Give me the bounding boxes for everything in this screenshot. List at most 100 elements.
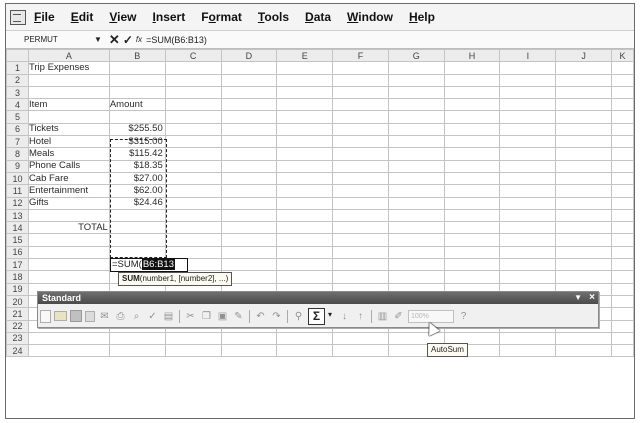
cell-j17[interactable] (555, 258, 612, 272)
cell-j18[interactable] (555, 270, 612, 284)
cell-i1[interactable] (499, 61, 557, 75)
toolbar-close-icon[interactable]: × (589, 292, 595, 304)
cell-d6[interactable] (220, 122, 278, 137)
save-icon[interactable] (70, 310, 82, 322)
cell-b13[interactable] (108, 208, 166, 223)
cell-i15[interactable] (499, 233, 557, 247)
cell-c12[interactable] (164, 196, 222, 210)
menu-view[interactable]: View (109, 10, 136, 24)
column-header-f[interactable]: F (332, 48, 389, 63)
row-header[interactable]: 11 (6, 184, 29, 198)
cell-f8[interactable] (332, 147, 389, 161)
cell-h12[interactable] (443, 196, 501, 210)
cell-g6[interactable] (387, 122, 445, 137)
cell-k3[interactable] (610, 85, 634, 100)
cell-e11[interactable] (276, 184, 334, 198)
print-preview-icon[interactable]: ⌕ (130, 310, 143, 323)
cell-a18[interactable] (27, 270, 110, 284)
menu-data[interactable]: Data (305, 10, 331, 24)
cell-i12[interactable] (499, 196, 557, 210)
cell-j24[interactable] (555, 344, 612, 358)
toolbar-options-icon[interactable]: ▼ (574, 292, 582, 304)
cell-g8[interactable] (387, 147, 445, 161)
cell-b15[interactable] (108, 233, 166, 247)
cell-d17[interactable] (220, 258, 278, 272)
cell-k21[interactable] (610, 307, 634, 321)
cell-d15[interactable] (220, 233, 278, 247)
cell-a15[interactable] (27, 233, 110, 247)
cell-a24[interactable] (27, 344, 110, 358)
cell-g3[interactable] (387, 85, 445, 100)
row-header[interactable]: 8 (6, 147, 29, 161)
cell-i5[interactable] (499, 110, 557, 124)
cell-d2[interactable] (220, 73, 278, 87)
function-name[interactable]: SUM (122, 274, 140, 283)
menu-file[interactable]: File (34, 10, 55, 24)
cell-d4[interactable] (220, 98, 278, 112)
menu-insert[interactable]: Insert (153, 10, 186, 24)
cell-f15[interactable] (332, 233, 389, 247)
row-header[interactable]: 6 (6, 122, 29, 137)
cell-e1[interactable] (276, 61, 334, 75)
cell-k8[interactable] (610, 147, 634, 161)
cell-c5[interactable] (164, 110, 222, 124)
cell-c24[interactable] (164, 344, 222, 358)
cell-g11[interactable] (387, 184, 445, 198)
cell-e16[interactable] (276, 245, 334, 260)
cell-d13[interactable] (220, 208, 278, 223)
paste-icon[interactable]: ▣ (216, 310, 229, 323)
row-header[interactable]: 2 (6, 73, 29, 87)
cell-c1[interactable] (164, 61, 222, 75)
cell-a2[interactable] (27, 73, 110, 87)
print-icon[interactable]: ⎙ (114, 310, 127, 323)
cell-j13[interactable] (555, 208, 612, 223)
menu-tools[interactable]: Tools (258, 10, 289, 24)
cell-a5[interactable] (27, 110, 110, 124)
row-header[interactable]: 16 (6, 245, 29, 260)
cell-a9[interactable]: Phone Calls (27, 159, 110, 173)
cell-f7[interactable] (332, 135, 389, 149)
new-icon[interactable] (40, 309, 51, 323)
row-header[interactable]: 12 (6, 196, 29, 210)
cell-j15[interactable] (555, 233, 612, 247)
chart-wizard-icon[interactable]: ▥ (376, 310, 389, 323)
cell-k17[interactable] (610, 258, 634, 272)
cell-j7[interactable] (555, 135, 612, 149)
cell-g15[interactable] (387, 233, 445, 247)
cell-g5[interactable] (387, 110, 445, 124)
cell-f16[interactable] (332, 245, 389, 260)
cell-i6[interactable] (499, 122, 557, 137)
row-header[interactable]: 20 (6, 294, 29, 309)
menu-format[interactable]: Format (201, 10, 242, 24)
cell-b2[interactable] (108, 73, 166, 87)
cell-i17[interactable] (499, 258, 557, 272)
hyperlink-icon[interactable]: ⚲ (292, 310, 305, 323)
redo-icon[interactable]: ↷ (270, 310, 283, 323)
cell-h11[interactable] (443, 184, 501, 198)
cell-c16[interactable] (164, 245, 222, 260)
cell-i18[interactable] (499, 270, 557, 284)
cell-b8[interactable]: $115.42 (108, 147, 166, 161)
cell-f3[interactable] (332, 85, 389, 100)
email-icon[interactable]: ✉ (98, 310, 111, 323)
cell-k6[interactable] (610, 122, 634, 137)
cell-b24[interactable] (108, 344, 166, 358)
cell-f11[interactable] (332, 184, 389, 198)
column-header-e[interactable]: E (276, 48, 334, 63)
cell-h8[interactable] (443, 147, 501, 161)
name-box[interactable]: PERMUT (6, 35, 94, 44)
row-header[interactable]: 5 (6, 110, 29, 124)
cell-e2[interactable] (276, 73, 334, 87)
cell-c4[interactable] (164, 98, 222, 112)
cell-c9[interactable] (164, 159, 222, 173)
cell-f13[interactable] (332, 208, 389, 223)
cell-h5[interactable] (443, 110, 501, 124)
function-argument-tooltip[interactable]: SUM(number1, [number2], ...) (118, 272, 233, 286)
cell-f5[interactable] (332, 110, 389, 124)
row-header[interactable]: 15 (6, 233, 29, 247)
cell-a4[interactable]: Item (27, 98, 110, 112)
row-header[interactable]: 19 (6, 282, 29, 296)
menu-window[interactable]: Window (347, 10, 393, 24)
cell-k4[interactable] (610, 98, 634, 112)
cell-h7[interactable] (443, 135, 501, 149)
